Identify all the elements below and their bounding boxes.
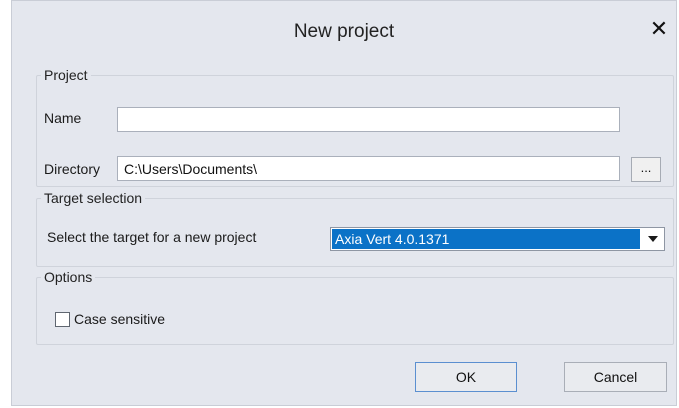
chevron-down-icon[interactable]: [642, 228, 664, 250]
target-select[interactable]: Axia Vert 4.0.1371: [330, 227, 665, 251]
dialog-title: New project: [293, 21, 395, 42]
target-prompt-label: Select the target for a new project: [47, 229, 257, 245]
name-label: Name: [44, 110, 82, 126]
project-group-legend: Project: [44, 67, 88, 83]
cancel-button[interactable]: Cancel: [564, 362, 667, 392]
directory-label: Directory: [44, 161, 101, 177]
options-group: Options Case sensitive: [36, 269, 674, 345]
project-group: Project Name Directory ...: [36, 67, 674, 187]
target-selection-group: Target selection Select the target for a…: [36, 190, 674, 267]
new-project-dialog: New project ✕ Project Name Directory ...…: [11, 0, 677, 406]
target-selection-legend: Target selection: [44, 190, 143, 206]
browse-directory-button[interactable]: ...: [631, 157, 661, 182]
target-select-value: Axia Vert 4.0.1371: [332, 229, 640, 249]
directory-field[interactable]: [117, 156, 620, 181]
name-field[interactable]: [117, 107, 620, 132]
case-sensitive-label[interactable]: Case sensitive: [74, 311, 165, 327]
ok-button[interactable]: OK: [415, 362, 517, 392]
close-icon[interactable]: ✕: [648, 17, 670, 41]
options-legend: Options: [44, 269, 93, 285]
case-sensitive-checkbox[interactable]: [55, 312, 70, 327]
